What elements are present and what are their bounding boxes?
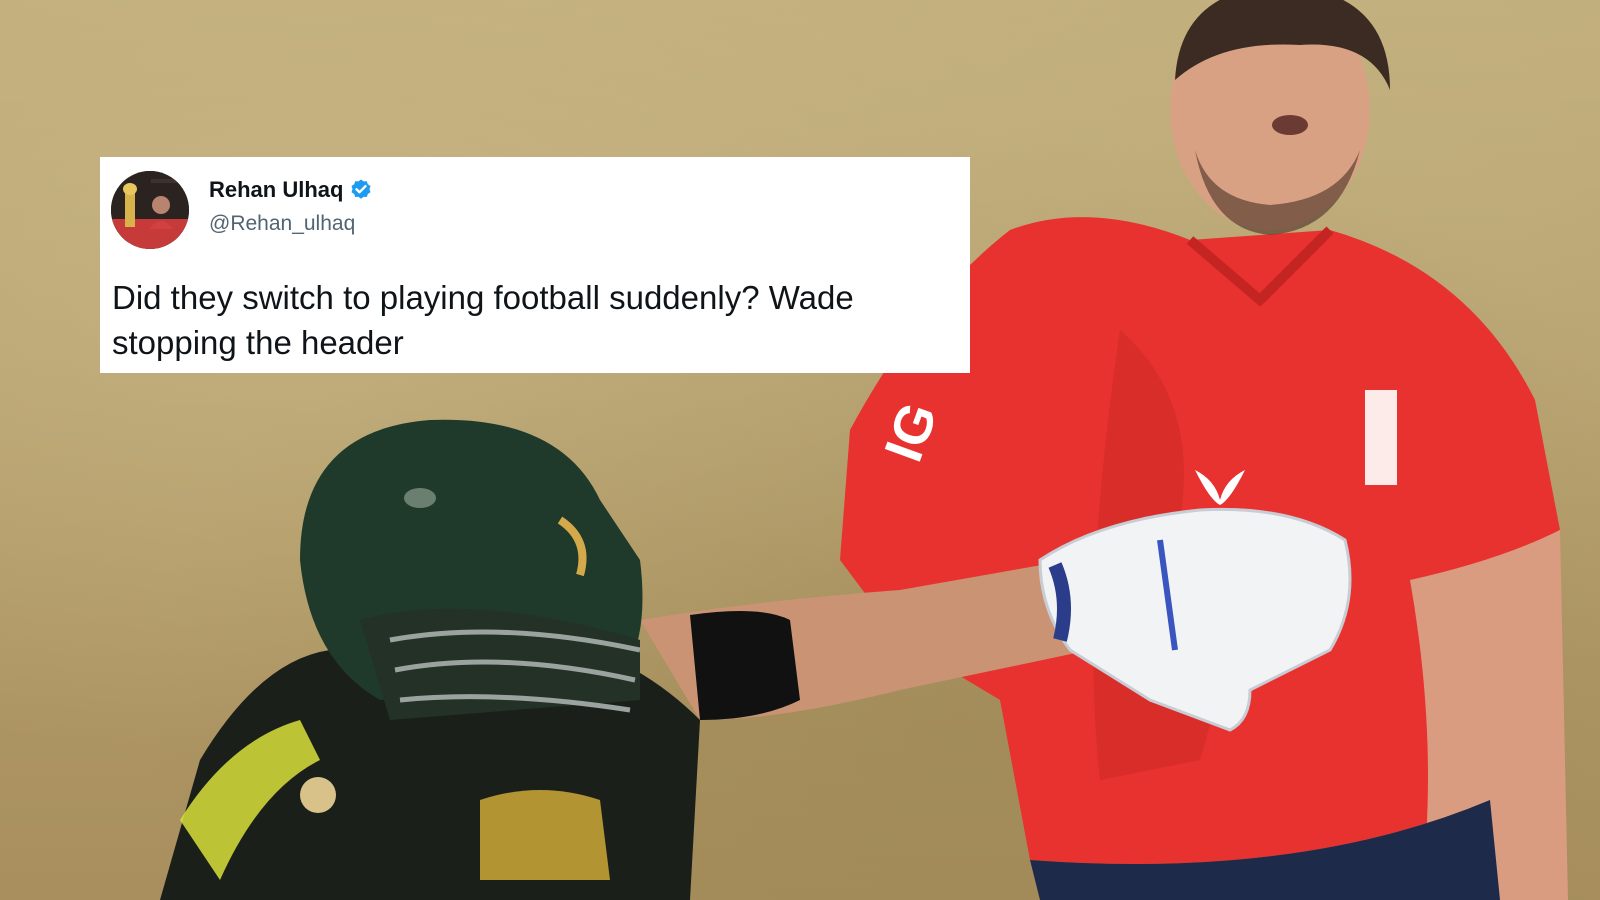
display-name[interactable]: Rehan Ulhaq xyxy=(209,177,373,203)
avatar[interactable] xyxy=(111,171,189,249)
tweet-card[interactable]: Rehan Ulhaq @Rehan_ulhaq Did they switch… xyxy=(100,157,970,373)
user-handle[interactable]: @Rehan_ulhaq xyxy=(209,212,355,236)
background-photo: IG xyxy=(0,0,1600,900)
verified-badge-icon xyxy=(349,178,373,202)
tweet-text: Did they switch to playing football sudd… xyxy=(112,279,854,361)
england-crest xyxy=(1365,390,1397,485)
display-name-text: Rehan Ulhaq xyxy=(209,177,344,202)
